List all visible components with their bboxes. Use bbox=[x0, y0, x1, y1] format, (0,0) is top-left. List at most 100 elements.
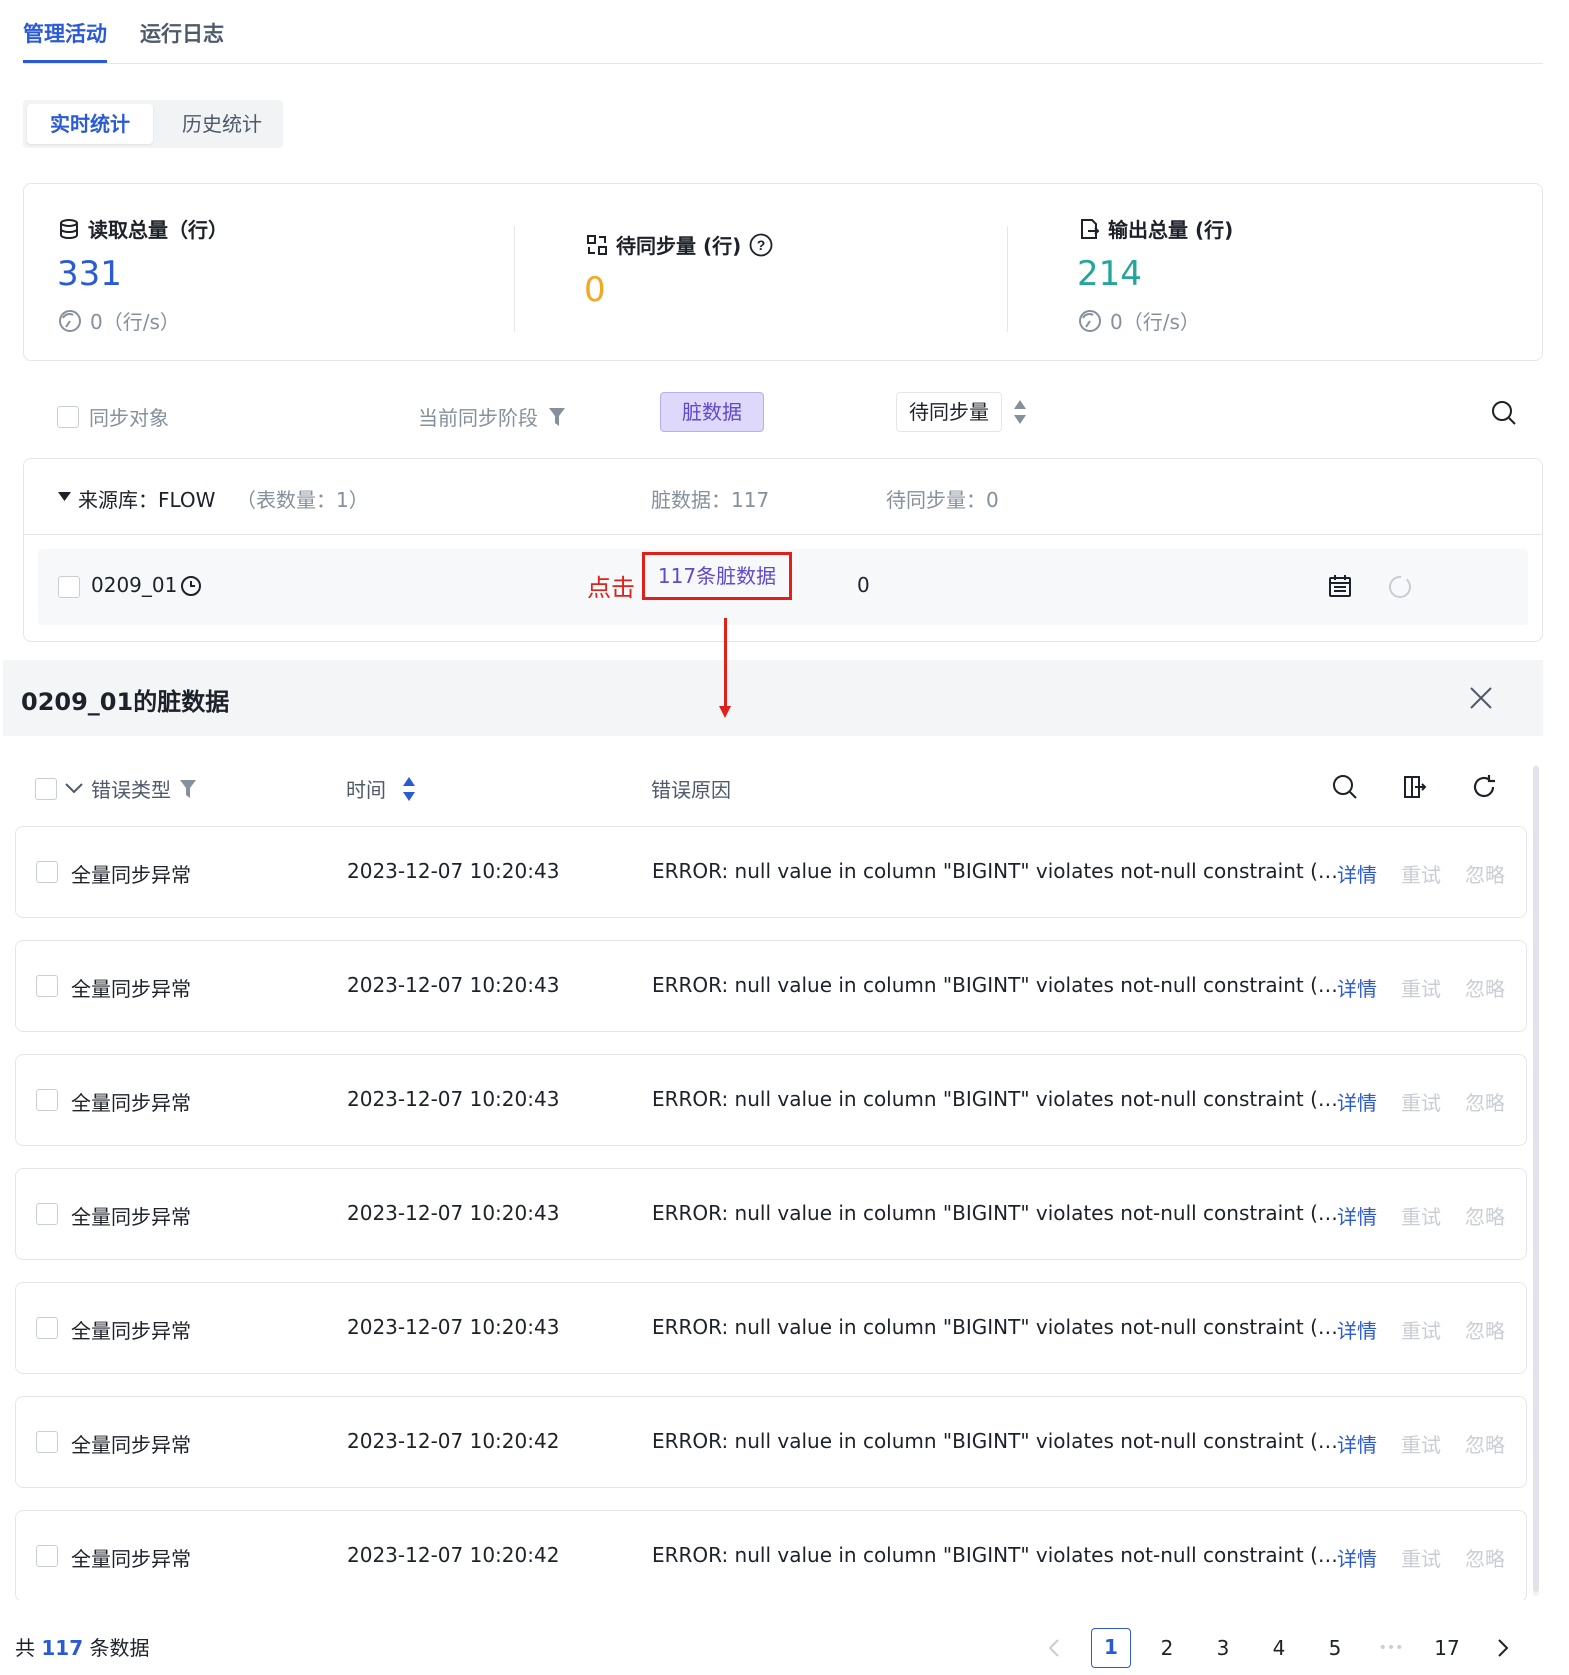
row-checkbox[interactable] bbox=[36, 1203, 58, 1225]
scrollbar-thumb[interactable] bbox=[1533, 766, 1539, 1592]
current-stage-header: 当前同步阶段 bbox=[418, 402, 566, 431]
row-checkbox[interactable] bbox=[58, 576, 80, 598]
reason-cell: ERROR: null value in column "BIGINT" vio… bbox=[652, 1087, 1338, 1111]
pagination-bar: 共 117 条数据 1 2 3 4 5 ••• 17 bbox=[15, 1620, 1545, 1670]
sort-icon[interactable] bbox=[402, 775, 416, 803]
sync-object-header: 同步对象 bbox=[57, 402, 169, 431]
retry-link[interactable]: 重试 bbox=[1401, 973, 1441, 1002]
chevron-down-icon[interactable] bbox=[65, 782, 83, 795]
detail-link[interactable]: 详情 bbox=[1337, 859, 1377, 888]
retry-link[interactable]: 重试 bbox=[1401, 1543, 1441, 1572]
pending-summary-label: 待同步量：0 bbox=[886, 488, 999, 512]
time-cell: 2023-12-07 10:20:43 bbox=[347, 973, 560, 997]
ignore-link[interactable]: 忽略 bbox=[1465, 973, 1505, 1002]
error-type-header: 错误类型 bbox=[35, 774, 197, 803]
calendar-icon[interactable] bbox=[1328, 574, 1352, 598]
reason-cell: ERROR: null value in column "BIGINT" vio… bbox=[652, 1429, 1338, 1453]
detail-link[interactable]: 详情 bbox=[1337, 973, 1377, 1002]
error-type-cell: 全量同步异常 bbox=[71, 1433, 191, 1457]
caret-down-icon[interactable] bbox=[58, 492, 71, 501]
detail-link[interactable]: 详情 bbox=[1337, 1087, 1377, 1116]
output-total-title: 输出总量 (行) bbox=[1078, 214, 1233, 243]
stats-mode-switch: 实时统计 历史统计 bbox=[23, 100, 283, 148]
read-total-title: 读取总量（行） bbox=[58, 214, 228, 243]
retry-link[interactable]: 重试 bbox=[1401, 1429, 1441, 1458]
page-last[interactable]: 17 bbox=[1427, 1628, 1467, 1668]
dirty-data-table-header: 错误类型 时间 错误原因 bbox=[15, 762, 1525, 812]
detail-link[interactable]: 详情 bbox=[1337, 1315, 1377, 1344]
reason-cell: ERROR: null value in column "BIGINT" vio… bbox=[652, 859, 1338, 883]
page-3[interactable]: 3 bbox=[1203, 1628, 1243, 1668]
time-cell: 2023-12-07 10:20:42 bbox=[347, 1543, 560, 1567]
database-icon bbox=[58, 218, 80, 240]
time-cell: 2023-12-07 10:20:43 bbox=[347, 1201, 560, 1225]
row-checkbox[interactable] bbox=[36, 1545, 58, 1567]
scrollbar[interactable] bbox=[1533, 766, 1539, 1596]
source-db-label: 来源库：FLOW bbox=[78, 488, 216, 512]
time-cell: 2023-12-07 10:20:43 bbox=[347, 859, 560, 883]
ignore-link[interactable]: 忽略 bbox=[1465, 1543, 1505, 1572]
reason-header: 错误原因 bbox=[651, 778, 731, 802]
refresh-icon[interactable] bbox=[1387, 574, 1413, 600]
prev-page-icon[interactable] bbox=[1034, 1628, 1074, 1668]
filter-icon[interactable] bbox=[179, 779, 197, 799]
sync-grid-icon bbox=[586, 234, 608, 256]
reason-cell: ERROR: null value in column "BIGINT" vio… bbox=[652, 973, 1338, 997]
search-icon[interactable] bbox=[1491, 400, 1517, 426]
row-checkbox[interactable] bbox=[36, 1431, 58, 1453]
ignore-link[interactable]: 忽略 bbox=[1465, 1429, 1505, 1458]
pending-column-chip[interactable]: 待同步量 bbox=[896, 392, 1002, 432]
row-pending-value: 0 bbox=[857, 573, 870, 597]
select-all-checkbox[interactable] bbox=[35, 777, 57, 800]
table-row: 全量同步异常 2023-12-07 10:20:43 ERROR: null v… bbox=[15, 1054, 1527, 1146]
detail-link[interactable]: 详情 bbox=[1337, 1429, 1377, 1458]
detail-link[interactable]: 详情 bbox=[1337, 1543, 1377, 1572]
table-row: 全量同步异常 2023-12-07 10:20:43 ERROR: null v… bbox=[15, 940, 1527, 1032]
retry-link[interactable]: 重试 bbox=[1401, 1087, 1441, 1116]
row-checkbox[interactable] bbox=[36, 975, 58, 997]
retry-link[interactable]: 重试 bbox=[1401, 1315, 1441, 1344]
dirty-data-link[interactable]: 117条脏数据 bbox=[642, 552, 792, 600]
close-icon[interactable] bbox=[1469, 686, 1493, 710]
next-page-icon[interactable] bbox=[1483, 1628, 1523, 1668]
segment-realtime[interactable]: 实时统计 bbox=[27, 104, 153, 144]
export-icon[interactable] bbox=[1403, 775, 1427, 799]
detail-link[interactable]: 详情 bbox=[1337, 1201, 1377, 1230]
search-icon[interactable] bbox=[1332, 774, 1358, 800]
filter-icon[interactable] bbox=[548, 407, 566, 427]
row-checkbox[interactable] bbox=[36, 861, 58, 883]
reason-cell: ERROR: null value in column "BIGINT" vio… bbox=[652, 1201, 1338, 1225]
page-4[interactable]: 4 bbox=[1259, 1628, 1299, 1668]
retry-link[interactable]: 重试 bbox=[1401, 859, 1441, 888]
pending-total-title: 待同步量 (行) ? bbox=[586, 230, 773, 259]
sort-icon[interactable] bbox=[1013, 398, 1027, 426]
error-type-cell: 全量同步异常 bbox=[71, 977, 191, 1001]
table-row: 全量同步异常 2023-12-07 10:20:43 ERROR: null v… bbox=[15, 1168, 1527, 1260]
active-tab-indicator bbox=[23, 60, 107, 63]
read-total-value: 331 bbox=[57, 254, 122, 294]
source-group-header[interactable]: 来源库：FLOW （表数量：1） 脏数据：117 待同步量：0 bbox=[24, 459, 1542, 535]
refresh-icon[interactable] bbox=[1471, 774, 1497, 800]
page-5[interactable]: 5 bbox=[1315, 1628, 1355, 1668]
page-1[interactable]: 1 bbox=[1091, 1628, 1131, 1668]
select-all-checkbox[interactable] bbox=[57, 405, 79, 428]
ignore-link[interactable]: 忽略 bbox=[1465, 1087, 1505, 1116]
tab-manage-activity[interactable]: 管理活动 bbox=[23, 18, 107, 48]
page-2[interactable]: 2 bbox=[1147, 1628, 1187, 1668]
table-row: 全量同步异常 2023-12-07 10:20:42 ERROR: null v… bbox=[15, 1510, 1527, 1600]
row-checkbox[interactable] bbox=[36, 1317, 58, 1339]
segment-history[interactable]: 历史统计 bbox=[169, 104, 275, 144]
ignore-link[interactable]: 忽略 bbox=[1465, 1201, 1505, 1230]
ignore-link[interactable]: 忽略 bbox=[1465, 859, 1505, 888]
ignore-link[interactable]: 忽略 bbox=[1465, 1315, 1505, 1344]
stat-divider bbox=[1007, 226, 1008, 332]
help-icon[interactable]: ? bbox=[749, 233, 773, 257]
row-checkbox[interactable] bbox=[36, 1089, 58, 1111]
retry-link[interactable]: 重试 bbox=[1401, 1201, 1441, 1230]
table-name: 0209_01 bbox=[91, 573, 178, 597]
top-tabs: 管理活动 运行日志 bbox=[23, 0, 1543, 64]
tab-run-log[interactable]: 运行日志 bbox=[140, 18, 224, 48]
time-cell: 2023-12-07 10:20:42 bbox=[347, 1429, 560, 1453]
dirty-data-column-chip[interactable]: 脏数据 bbox=[660, 392, 764, 432]
page-ellipsis[interactable]: ••• bbox=[1371, 1628, 1411, 1668]
